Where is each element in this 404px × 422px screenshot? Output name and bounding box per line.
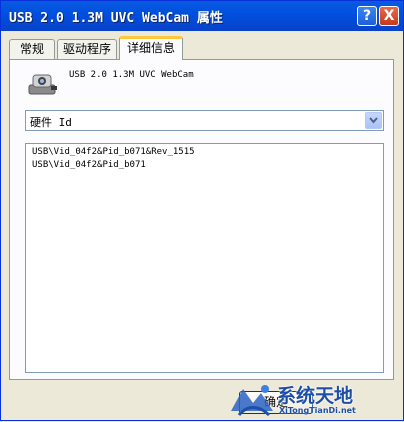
watermark-title: 系统天地 bbox=[277, 385, 354, 407]
device-name: USB 2.0 1.3M UVC WebCam bbox=[69, 70, 194, 80]
list-item[interactable]: USB\Vid_04f2&Pid_b071&Rev_1515 bbox=[32, 147, 195, 157]
window-title: USB 2.0 1.3M UVC WebCam 属性 bbox=[9, 11, 223, 26]
tab-details[interactable]: 详细信息 bbox=[119, 36, 183, 60]
help-button[interactable]: ? bbox=[357, 6, 377, 26]
chevron-down-icon[interactable] bbox=[365, 112, 382, 129]
webcam-icon bbox=[27, 71, 59, 97]
properties-dialog: USB 2.0 1.3M UVC WebCam 属性 ? X 常规 驱动程序 详… bbox=[0, 0, 404, 421]
value-list[interactable]: USB\Vid_04f2&Pid_b071&Rev_1515 USB\Vid_0… bbox=[25, 143, 384, 373]
list-item[interactable]: USB\Vid_04f2&Pid_b071 bbox=[32, 160, 146, 170]
property-select-value: 硬件 Id bbox=[30, 116, 72, 129]
title-bar[interactable]: USB 2.0 1.3M UVC WebCam 属性 ? X bbox=[1, 1, 403, 31]
watermark-url: XiTongTianDi.net bbox=[279, 406, 356, 415]
watermark: 系统天地 XiTongTianDi.net bbox=[227, 379, 404, 422]
tab-driver[interactable]: 驱动程序 bbox=[57, 39, 117, 59]
logo-icon bbox=[231, 385, 273, 417]
property-select[interactable]: 硬件 Id bbox=[25, 110, 384, 131]
close-button[interactable]: X bbox=[379, 6, 399, 26]
tab-general[interactable]: 常规 bbox=[9, 39, 55, 59]
